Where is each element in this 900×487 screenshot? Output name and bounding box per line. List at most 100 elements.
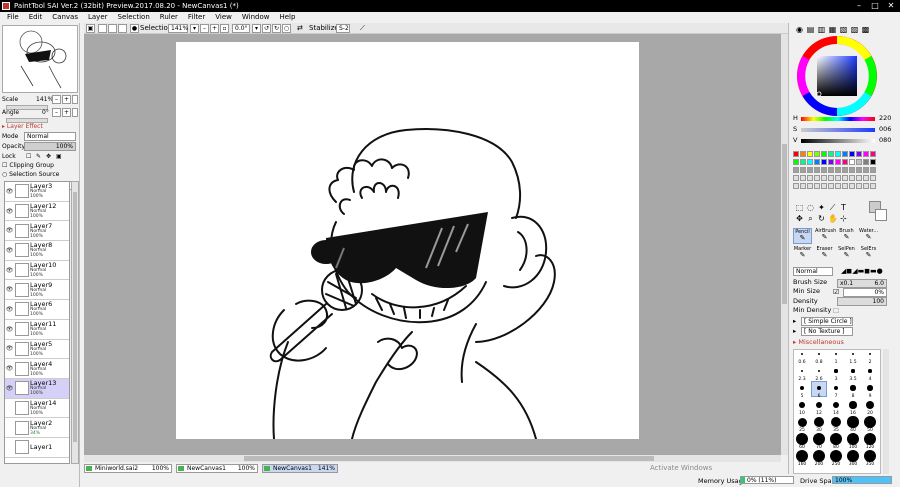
- brush-tool[interactable]: Pencil ✎: [793, 228, 812, 244]
- layer-row[interactable]: 👁 Layer6 Normal 100%: [5, 300, 69, 320]
- color-swatch[interactable]: [849, 151, 855, 157]
- invert-selection-button[interactable]: [108, 24, 117, 33]
- color-swatch[interactable]: [793, 175, 799, 181]
- color-swatch[interactable]: [870, 175, 876, 181]
- size-preset-dot[interactable]: [847, 450, 859, 462]
- eyedropper-icon[interactable]: ⟋: [828, 203, 837, 212]
- size-preset-dot[interactable]: [830, 416, 842, 428]
- color-swatch[interactable]: [835, 183, 841, 189]
- rgb-slider-icon[interactable]: ▤: [806, 25, 815, 34]
- swatches-icon[interactable]: ▦: [828, 25, 837, 34]
- menu-canvas[interactable]: Canvas: [47, 12, 83, 23]
- size-preset-dot[interactable]: [818, 353, 820, 355]
- color-swatch[interactable]: [807, 175, 813, 181]
- rotate-left-button[interactable]: ↺: [262, 24, 271, 33]
- color-swatch[interactable]: [849, 175, 855, 181]
- canvas-vertical-scrollbar[interactable]: [781, 34, 788, 455]
- menu-layer[interactable]: Layer: [83, 12, 113, 23]
- menu-ruler[interactable]: Ruler: [155, 12, 183, 23]
- color-swatch[interactable]: [793, 151, 799, 157]
- size-preset-dot[interactable]: [830, 450, 842, 462]
- document-tab[interactable]: NewCanvas1 141%: [262, 464, 338, 473]
- palette-icon[interactable]: ▩: [861, 25, 870, 34]
- rotate-right-button[interactable]: ↻: [272, 24, 281, 33]
- stabilizer-select[interactable]: S-2: [336, 24, 350, 33]
- color-swatch[interactable]: [863, 183, 869, 189]
- size-preset-dot[interactable]: [800, 369, 804, 373]
- minimize-icon[interactable]: –: [852, 1, 866, 11]
- size-preset-dot[interactable]: [864, 433, 876, 445]
- layer-row[interactable]: Layer2 Normal 34%: [5, 418, 69, 438]
- lock-move-icon[interactable]: ✥: [46, 152, 51, 161]
- color-swatch[interactable]: [800, 183, 806, 189]
- brush-size-presets[interactable]: 0.6 0.8 1 1.5 2 2.3 2.6 3 3.5 4 5 6 7 8 9 10 12 14 16 20 25 3…: [793, 349, 881, 474]
- color-swatch[interactable]: [849, 183, 855, 189]
- color-swatch[interactable]: [835, 175, 841, 181]
- color-swatch[interactable]: [842, 183, 848, 189]
- maximize-icon[interactable]: □: [868, 1, 882, 11]
- color-swatch[interactable]: [807, 183, 813, 189]
- zoom-dropdown[interactable]: ▾: [190, 24, 199, 33]
- min-size-checkbox[interactable]: ☑: [833, 288, 839, 296]
- blend-mode-select[interactable]: Normal: [24, 132, 76, 141]
- layer-row[interactable]: 👁 Layer13 Normal 100%: [5, 378, 69, 399]
- color-swatch[interactable]: [828, 183, 834, 189]
- color-swatch[interactable]: [821, 167, 827, 173]
- menu-edit[interactable]: Edit: [24, 12, 48, 23]
- s-slider[interactable]: [801, 128, 875, 132]
- hand-tool-icon[interactable]: ✋: [828, 214, 838, 223]
- scale-minus-button[interactable]: –: [52, 95, 61, 104]
- size-preset-dot[interactable]: [864, 416, 876, 428]
- menu-view[interactable]: View: [210, 12, 237, 23]
- eye-icon[interactable]: 👁: [5, 364, 14, 373]
- angle-dropdown[interactable]: ▾: [252, 24, 261, 33]
- eye-icon[interactable]: 👁: [5, 266, 14, 275]
- color-swatch[interactable]: [856, 151, 862, 157]
- color-swatch[interactable]: [842, 167, 848, 173]
- color-swatch[interactable]: [856, 159, 862, 165]
- size-preset-dot[interactable]: [850, 385, 856, 391]
- color-swatch[interactable]: [849, 159, 855, 165]
- min-density-checkbox[interactable]: ☐: [833, 307, 839, 315]
- size-preset-dot[interactable]: [865, 400, 875, 410]
- vertical-scroll-thumb[interactable]: [782, 144, 787, 304]
- min-size-slider[interactable]: 0%: [843, 288, 887, 297]
- flip-icon[interactable]: ⇄: [297, 23, 303, 34]
- eye-icon[interactable]: 👁: [5, 226, 14, 235]
- color-swatch[interactable]: [835, 159, 841, 165]
- canvas-area[interactable]: [84, 34, 781, 455]
- eye-icon[interactable]: [5, 443, 14, 452]
- scratchpad-icon[interactable]: ▧: [839, 25, 848, 34]
- clipping-checkbox[interactable]: ☐: [2, 162, 7, 169]
- size-preset-dot[interactable]: [830, 433, 842, 445]
- layer-row[interactable]: 👁 Layer10 Normal 100%: [5, 261, 69, 281]
- color-swatch[interactable]: [800, 167, 806, 173]
- layer-row[interactable]: Layer14 Normal 100%: [5, 399, 69, 419]
- color-swatch[interactable]: [863, 167, 869, 173]
- size-preset-dot[interactable]: [832, 401, 840, 409]
- lasso-icon[interactable]: ◌: [806, 203, 815, 212]
- pen-pressure-icon[interactable]: ⟋: [360, 23, 365, 34]
- color-swatch[interactable]: [856, 167, 862, 173]
- shape-expander[interactable]: ▸: [793, 317, 796, 325]
- size-preset-dot[interactable]: [851, 369, 855, 373]
- color-swatch[interactable]: [814, 183, 820, 189]
- menu-file[interactable]: File: [2, 12, 24, 23]
- layer-row[interactable]: 👁 Layer5 Normal 100%: [5, 340, 69, 360]
- layer-row[interactable]: 👁 Layer4 Normal 100%: [5, 359, 69, 379]
- menu-selection[interactable]: Selection: [113, 12, 155, 23]
- menu-help[interactable]: Help: [274, 12, 300, 23]
- color-swatch[interactable]: [814, 175, 820, 181]
- lock-all-icon[interactable]: ▣: [56, 152, 62, 161]
- color-picker-icon[interactable]: ⊹: [839, 214, 848, 223]
- color-wheel[interactable]: [793, 35, 881, 117]
- color-swatch[interactable]: [842, 151, 848, 157]
- color-swatch[interactable]: [807, 159, 813, 165]
- selection-toggle[interactable]: ●: [130, 24, 139, 33]
- size-preset-dot[interactable]: [847, 416, 859, 428]
- color-swatch[interactable]: [849, 167, 855, 173]
- size-preset-dot[interactable]: [849, 401, 857, 409]
- size-preset-dot[interactable]: [833, 385, 839, 391]
- scale-reset-button[interactable]: [72, 95, 78, 104]
- layer-list-scrollbar[interactable]: [71, 181, 79, 464]
